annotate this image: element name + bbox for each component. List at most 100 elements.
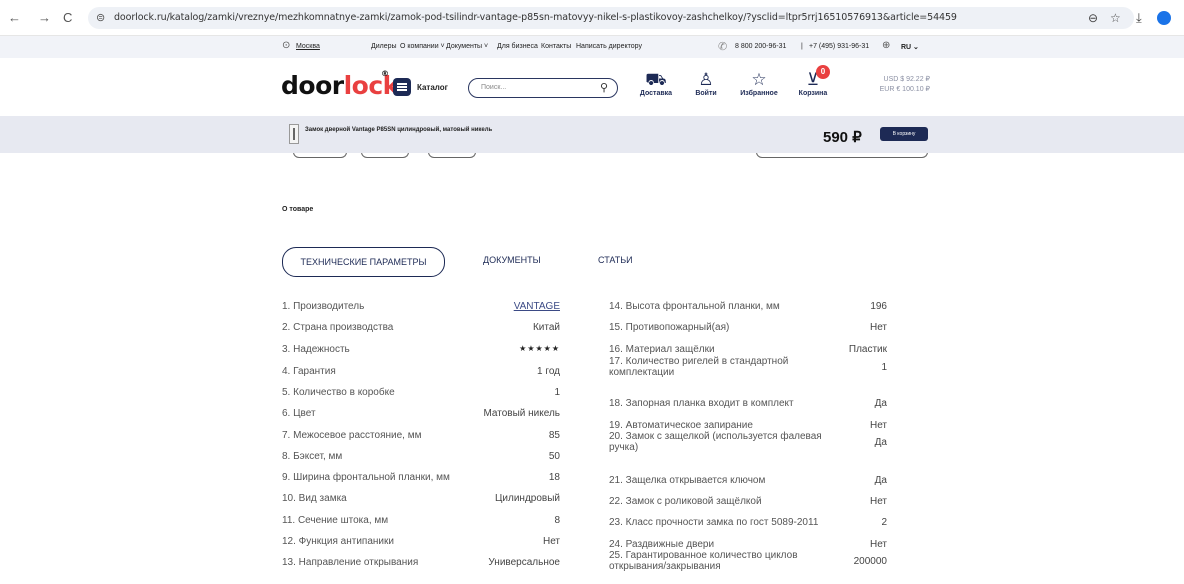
nav-link-company[interactable]: О компании ˅ (400, 43, 445, 50)
back-icon[interactable]: ← (8, 10, 21, 25)
download-icon[interactable]: ⤓ (1136, 10, 1142, 26)
delivery-link[interactable]: ⛟ Доставка (638, 70, 674, 97)
spec-value: Матовый никель (483, 408, 560, 419)
spec-label: 18. Запорная планка входит в комплект (609, 398, 794, 409)
spec-label: 16. Материал защёлки (609, 344, 715, 355)
spec-value: Да (874, 475, 887, 486)
top-info-bar: ⊙ Москва Дилеры О компании ˅ Документы ˅… (0, 36, 1184, 58)
spec-row: 15. Противопожарный(ая) Нет (609, 322, 887, 336)
manufacturer-link[interactable]: VANTAGE (514, 301, 560, 312)
zoom-icon[interactable]: ⊖ (1088, 11, 1098, 25)
reliability-stars: ★★★★★ (519, 344, 560, 353)
spec-label: 1. Производитель (282, 301, 365, 312)
forward-icon[interactable]: → (38, 10, 51, 25)
spec-row: 3. Надежность ★★★★★ (282, 344, 560, 358)
spec-row: 25. Гарантированное количество циклов от… (609, 550, 887, 574)
search-icon[interactable]: ⚲ (600, 81, 608, 94)
favorites-label: Избранное (740, 90, 778, 97)
phone-separator: | (801, 43, 803, 50)
logo-lock: lock (343, 71, 400, 100)
spec-label: 22. Замок с роликовой защёлкой (609, 496, 762, 507)
tab-technical-params[interactable]: ТЕХНИЧЕСКИЕ ПАРАМЕТРЫ (282, 247, 445, 277)
sticky-product-name: Замок дверной Vantage P85SN цилиндровый,… (305, 127, 493, 133)
nav-link-director[interactable]: Написать директору (576, 43, 642, 50)
spec-label: 3. Надежность (282, 344, 350, 355)
spec-label: 21. Защелка открывается ключом (609, 475, 766, 486)
spec-value: 1 (881, 362, 887, 373)
spec-row: 11. Сечение штока, мм 8 (282, 515, 560, 529)
spec-label: 20. Замок с защелкой (используется фалев… (609, 431, 822, 453)
reload-icon[interactable]: C (63, 10, 72, 25)
browser-toolbar: ← → C ⊜ doorlock.ru/katalog/zamki/vrezny… (0, 0, 1184, 36)
add-to-cart-button[interactable]: В корзину (880, 127, 928, 141)
spec-row: 20. Замок с защелкой (используется фалев… (609, 431, 887, 455)
tab-technical-params-label: ТЕХНИЧЕСКИЕ ПАРАМЕТРЫ (300, 257, 427, 267)
spec-label: 14. Высота фронтальной планки, мм (609, 301, 780, 312)
spec-row: 2. Страна производства Китай (282, 322, 560, 336)
phone-1[interactable]: 8 800 200-96-31 (735, 43, 786, 50)
location-pin-icon: ⊙ (282, 40, 291, 51)
language-selector[interactable]: RU ⌄ (901, 43, 919, 51)
spec-value: Нет (869, 420, 887, 431)
search-input[interactable]: Поиск... ⚲ (468, 78, 618, 98)
eur-rate: EUR € 100.10 ₽ (879, 86, 930, 93)
spec-value: Универсальное (488, 557, 560, 568)
truck-icon: ⛟ (645, 70, 667, 89)
spec-label: 10. Вид замка (282, 493, 347, 504)
catalog-button[interactable]: Каталог (417, 83, 448, 92)
spec-label: 13. Направление открывания (282, 557, 419, 568)
spec-row: 17. Количество ригелей в стандартной ком… (609, 356, 887, 380)
nav-link-contacts[interactable]: Контакты (541, 43, 571, 50)
spec-value: 85 (548, 430, 560, 441)
spec-value: Китай (532, 322, 560, 333)
spec-label: 11. Сечение штока, мм (282, 515, 389, 526)
address-bar[interactable]: ⊜ doorlock.ru/katalog/zamki/vreznye/mezh… (88, 7, 1134, 29)
spec-value: Нет (542, 536, 560, 547)
spec-row: 1. Производитель VANTAGE (282, 301, 560, 315)
favorites-link[interactable]: ☆ Избранное (737, 70, 781, 97)
spec-value: Да (874, 437, 887, 448)
nav-link-business[interactable]: Для бизнеса (497, 43, 538, 50)
globe-icon: ⊕ (882, 40, 891, 51)
site-header: doorlock ® Каталог Поиск... ⚲ ⛟ Доставка… (0, 58, 1184, 116)
login-link[interactable]: ♙ Войти (690, 70, 722, 97)
tab-articles[interactable]: СТАТЬИ (598, 255, 633, 265)
spec-row: 23. Класс прочности замка по гост 5089-2… (609, 517, 887, 531)
login-label: Войти (695, 90, 717, 97)
profile-avatar[interactable] (1157, 11, 1171, 25)
currency-rates: USD $ 92.22 ₽ EUR € 100.10 ₽ (850, 75, 930, 95)
spec-value: 200000 (853, 556, 887, 567)
spec-label: 4. Гарантия (282, 366, 336, 377)
usd-rate: USD $ 92.22 ₽ (883, 76, 930, 83)
tab-documents[interactable]: ДОКУМЕНТЫ (483, 255, 541, 265)
nav-link-documents[interactable]: Документы ˅ (446, 43, 488, 50)
logo-registered: ® (381, 69, 389, 78)
logo-door: door (281, 71, 344, 100)
spec-value: 18 (548, 472, 560, 483)
delivery-label: Доставка (639, 90, 673, 97)
cart-count-badge: 0 (816, 65, 830, 79)
spec-label: 7. Межосевое расстояние, мм (282, 430, 422, 441)
spec-label: 5. Количество в коробке (282, 387, 395, 398)
spec-value: 50 (548, 451, 560, 462)
city-link[interactable]: Москва (296, 43, 320, 50)
spec-value: Цилиндровый (495, 493, 560, 504)
catalog-menu-icon[interactable] (393, 78, 411, 96)
product-thumbnail (289, 124, 299, 144)
nav-link-dealers[interactable]: Дилеры (371, 43, 397, 50)
url-text[interactable]: doorlock.ru/katalog/zamki/vreznye/mezhko… (114, 12, 957, 23)
site-settings-icon[interactable]: ⊜ (96, 11, 105, 24)
spec-row: 4. Гарантия 1 год (282, 366, 560, 380)
spec-row: 9. Ширина фронтальной планки, мм 18 (282, 472, 560, 486)
star-icon: ☆ (751, 70, 767, 89)
phone-2[interactable]: +7 (495) 931-96-31 (809, 43, 869, 50)
spec-label: 12. Функция антипаники (282, 536, 394, 547)
spec-row: 7. Межосевое расстояние, мм 85 (282, 430, 560, 444)
spec-label: 2. Страна производства (282, 322, 394, 333)
site-logo[interactable]: doorlock ® (281, 69, 400, 100)
spec-value: 8 (554, 515, 560, 526)
cart-label: Корзина (798, 90, 828, 97)
spec-value: Нет (869, 539, 887, 550)
spec-label: 17. Количество ригелей в стандартной ком… (609, 356, 789, 378)
bookmark-star-icon[interactable]: ☆ (1110, 11, 1121, 25)
